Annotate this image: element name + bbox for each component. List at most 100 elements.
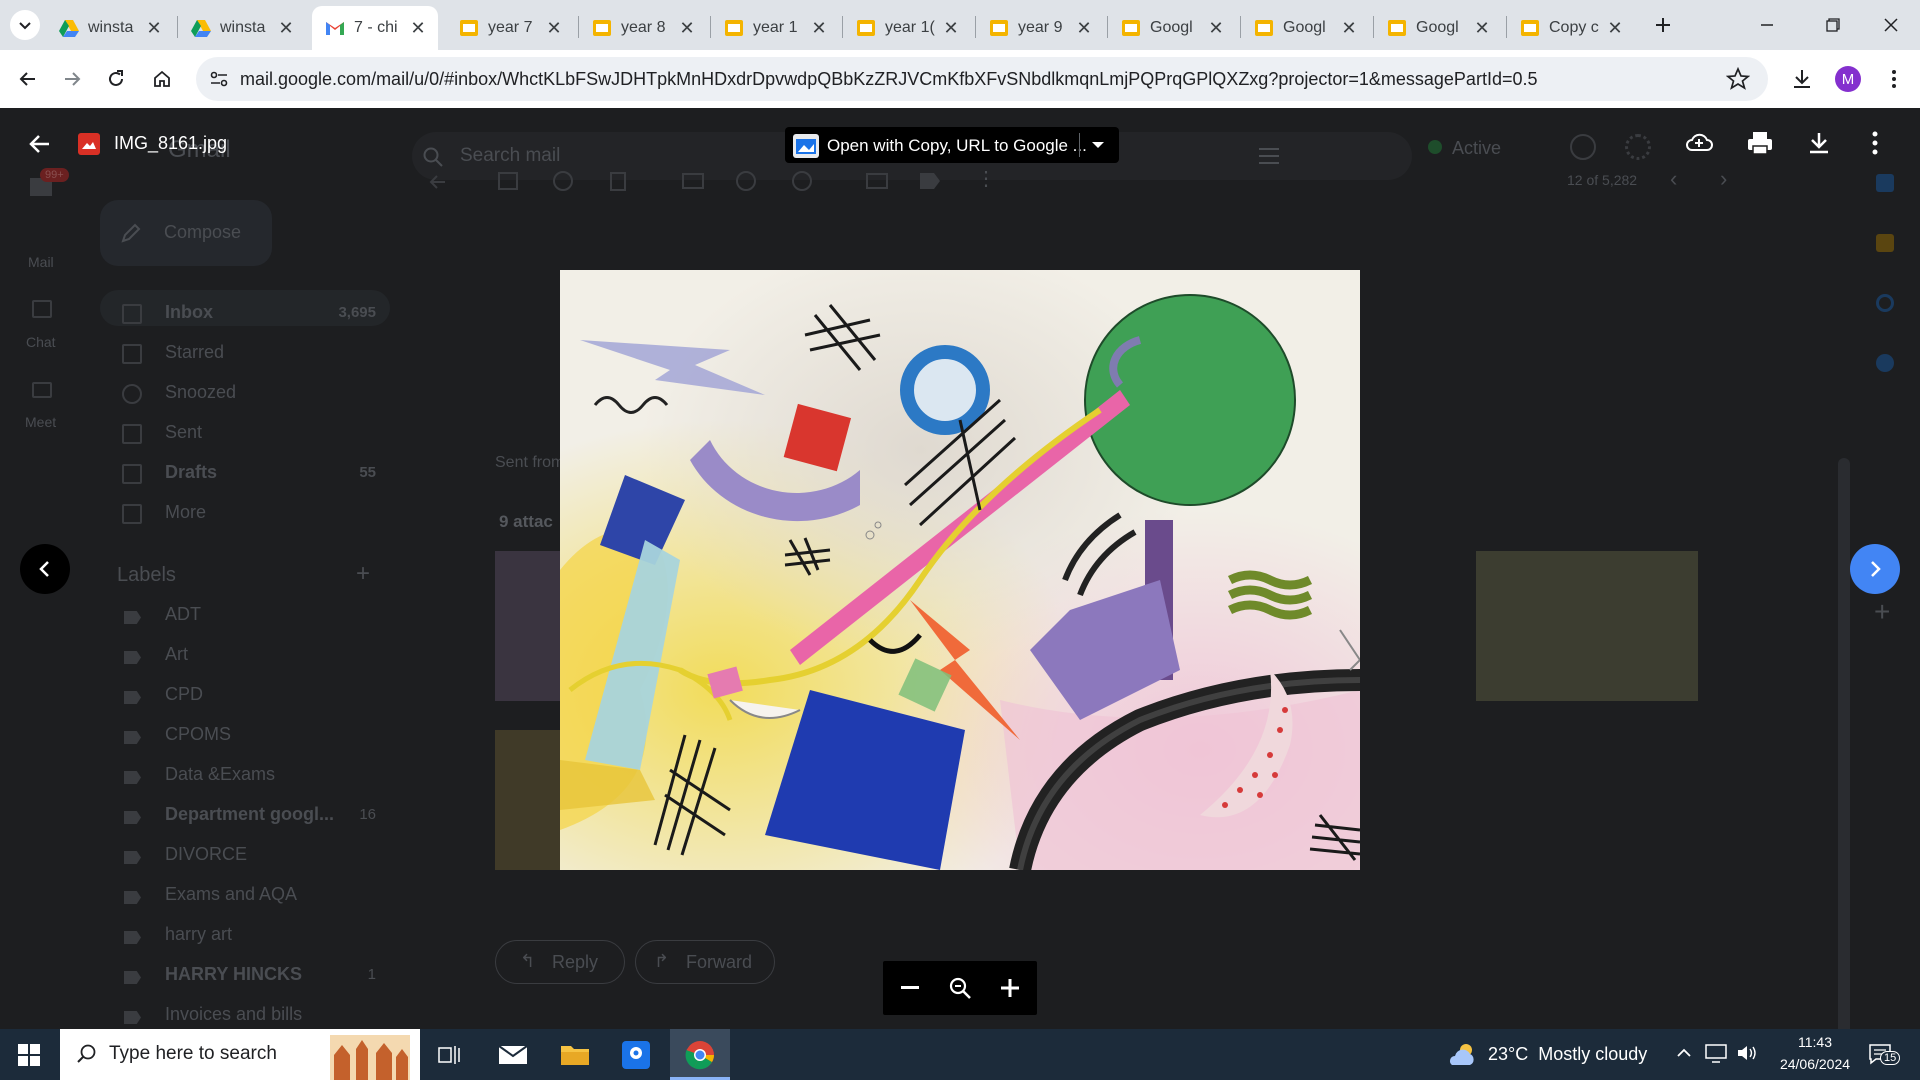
tab-1[interactable]: winsta ✕ — [46, 6, 174, 50]
download-image-icon[interactable] — [1806, 130, 1832, 156]
weather-text[interactable]: 23°C Mostly cloudy — [1488, 1044, 1647, 1065]
tab-10[interactable]: Googl ✕ — [1241, 6, 1369, 50]
nav-item-inbox[interactable]: Inbox — [165, 302, 213, 323]
rail-mail-label[interactable]: Mail — [28, 254, 54, 270]
attachment-thumb-3[interactable] — [1476, 551, 1698, 701]
tab-11[interactable]: Googl ✕ — [1374, 6, 1502, 50]
status-active[interactable]: Active — [1452, 138, 1501, 159]
scrollbar[interactable] — [1838, 458, 1850, 1078]
reload-button[interactable] — [100, 63, 132, 95]
rail-meet-label[interactable]: Meet — [25, 414, 56, 430]
tune-icon[interactable] — [1258, 146, 1280, 166]
tab-8[interactable]: year 9 ✕ — [976, 6, 1104, 50]
older-icon[interactable]: › — [1720, 166, 1727, 192]
clock-time[interactable]: 11:43 — [1790, 1034, 1840, 1050]
meet-rail-icon[interactable] — [32, 382, 52, 398]
add-to-drive-icon[interactable] — [1684, 128, 1714, 156]
label-item[interactable]: ADT — [165, 604, 201, 625]
label-item[interactable]: harry art — [165, 924, 232, 945]
label-item[interactable]: HARRY HINCKS — [165, 964, 302, 985]
nav-item-sent[interactable]: Sent — [165, 422, 202, 443]
move-to-icon[interactable] — [866, 173, 888, 189]
tab-2[interactable]: winsta ✕ — [178, 6, 306, 50]
tab-12[interactable]: Copy c ✕ — [1507, 6, 1635, 50]
label-icon[interactable] — [920, 173, 940, 189]
tab-9[interactable]: Googl ✕ — [1108, 6, 1236, 50]
new-tab-button[interactable] — [1650, 12, 1676, 38]
tab-close-icon[interactable]: ✕ — [144, 18, 164, 38]
report-spam-icon[interactable] — [553, 171, 573, 191]
tab-close-icon[interactable]: ✕ — [809, 18, 829, 38]
start-button[interactable] — [18, 1044, 40, 1066]
profile-avatar[interactable]: M — [1835, 66, 1861, 92]
label-item[interactable]: Art — [165, 644, 188, 665]
tab-close-icon[interactable]: ✕ — [1074, 18, 1094, 38]
restore-button[interactable] — [1818, 12, 1848, 38]
attachment-thumb-2[interactable] — [495, 730, 560, 870]
forward-button[interactable] — [56, 63, 88, 95]
label-item[interactable]: CPOMS — [165, 724, 231, 745]
browser-menu-button[interactable] — [1878, 63, 1910, 95]
downloads-button[interactable] — [1786, 63, 1818, 95]
archive-icon[interactable] — [498, 172, 518, 190]
url-text[interactable]: mail.google.com/mail/u/0/#inbox/WhctKLbF… — [240, 69, 1538, 90]
nav-item-snoozed[interactable]: Snoozed — [165, 382, 236, 403]
zoom-in-button[interactable] — [995, 973, 1025, 1003]
label-item[interactable]: DIVORCE — [165, 844, 247, 865]
mark-unread-icon[interactable] — [682, 173, 704, 189]
newer-icon[interactable]: ‹ — [1670, 166, 1677, 192]
home-button[interactable] — [146, 63, 178, 95]
add-task-icon[interactable] — [792, 171, 812, 191]
minimize-button[interactable] — [1752, 12, 1782, 38]
reply-button[interactable]: ↰ Reply — [495, 940, 625, 984]
keep-side-icon[interactable] — [1876, 234, 1894, 252]
tab-close-icon[interactable]: ✕ — [941, 18, 961, 38]
tab-close-icon[interactable]: ✕ — [1472, 18, 1492, 38]
tab-6[interactable]: year 1 ✕ — [711, 6, 839, 50]
tab-close-icon[interactable]: ✕ — [1605, 18, 1625, 38]
weather-icon[interactable] — [1446, 1041, 1480, 1069]
compose-button[interactable]: Compose — [100, 200, 272, 266]
back-arrow-icon[interactable] — [428, 172, 448, 192]
open-with-button[interactable]: Open with Copy, URL to Google ... — [785, 127, 1119, 163]
tab-close-icon[interactable]: ✕ — [408, 18, 428, 38]
bookmark-star-icon[interactable] — [1726, 67, 1750, 91]
site-info-icon[interactable] — [208, 68, 230, 90]
tab-close-icon[interactable]: ✕ — [1206, 18, 1226, 38]
label-item[interactable]: Data &Exams — [165, 764, 275, 785]
maps-app-icon[interactable] — [622, 1041, 650, 1069]
close-window-button[interactable] — [1876, 12, 1906, 38]
taskbar-search-input[interactable]: Type here to search — [60, 1029, 420, 1080]
zoom-out-button[interactable] — [895, 973, 925, 1003]
contacts-side-icon[interactable] — [1876, 354, 1894, 372]
tab-search-button[interactable] — [10, 10, 40, 40]
tab-close-icon[interactable]: ✕ — [544, 18, 564, 38]
nav-item-drafts[interactable]: Drafts — [165, 462, 217, 483]
mail-app-icon[interactable] — [498, 1043, 528, 1067]
label-item[interactable]: Exams and AQA — [165, 884, 297, 905]
address-bar[interactable]: mail.google.com/mail/u/0/#inbox/WhctKLbF… — [196, 57, 1768, 101]
label-item[interactable]: Invoices and bills — [165, 1004, 302, 1025]
file-explorer-icon[interactable] — [560, 1043, 590, 1067]
delete-icon[interactable] — [610, 172, 626, 191]
calendar-side-icon[interactable] — [1876, 174, 1894, 192]
tab-close-icon[interactable]: ✕ — [276, 18, 296, 38]
viewer-more-icon[interactable] — [1872, 130, 1878, 156]
network-icon[interactable] — [1705, 1043, 1727, 1063]
tab-5[interactable]: year 8 ✕ — [579, 6, 707, 50]
tab-7[interactable]: year 1(✕ — [843, 6, 971, 50]
more-options-icon[interactable]: ⋮ — [976, 166, 996, 191]
tab-close-icon[interactable]: ✕ — [1339, 18, 1359, 38]
add-label-icon[interactable]: + — [356, 560, 370, 588]
tasks-side-icon[interactable] — [1876, 294, 1894, 312]
viewer-close-button[interactable] — [24, 128, 56, 160]
tab-3[interactable]: 7 - chi ✕ — [312, 6, 438, 50]
zoom-reset-button[interactable] — [945, 973, 975, 1003]
add-addon-icon[interactable]: + — [1874, 596, 1890, 628]
attachment-thumb-1[interactable] — [495, 551, 560, 701]
snooze-icon[interactable] — [736, 171, 756, 191]
task-view-icon[interactable] — [438, 1043, 462, 1067]
chevron-up-icon[interactable] — [1676, 1045, 1692, 1061]
nav-item-starred[interactable]: Starred — [165, 342, 224, 363]
previous-image-button[interactable] — [20, 544, 70, 594]
